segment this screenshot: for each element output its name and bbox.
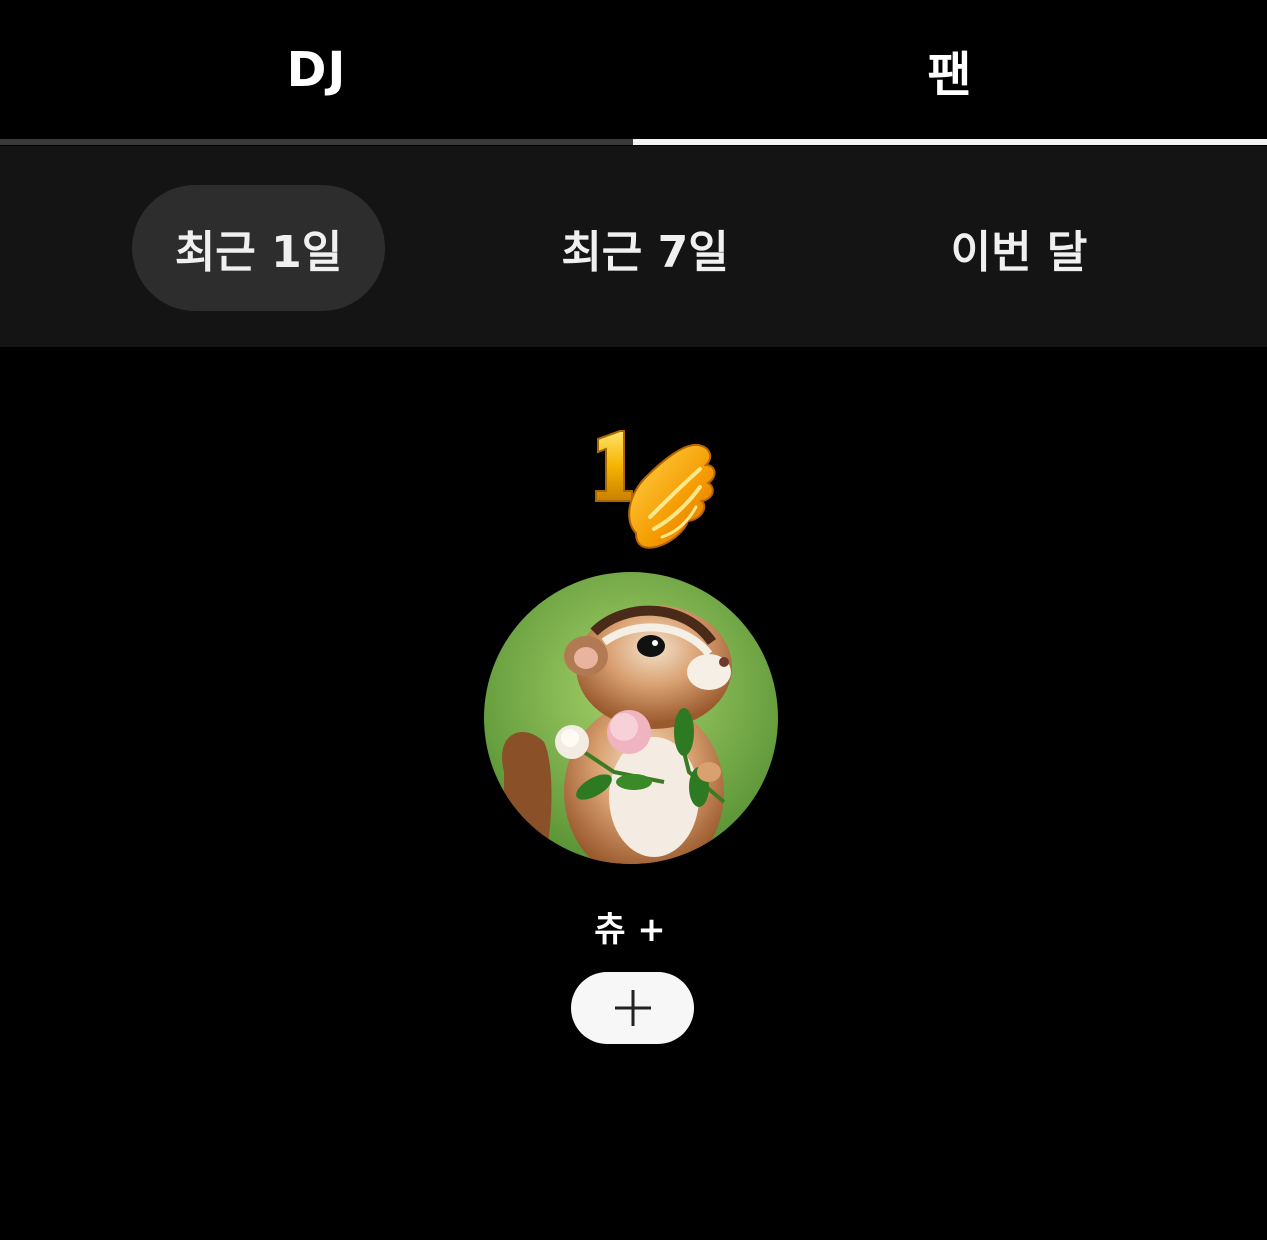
filter-this-month[interactable]: 이번 달	[895, 185, 1143, 311]
follow-button[interactable]	[571, 972, 694, 1044]
period-filter-bar: 최근 1일 최근 7일 이번 달	[0, 146, 1267, 347]
tab-fan[interactable]: 팬	[633, 0, 1267, 140]
rank-1-wing-badge-icon	[588, 425, 723, 555]
tab-fan-active-indicator	[633, 139, 1267, 145]
fan-nickname: 츄 +	[594, 910, 666, 950]
tab-dj[interactable]: DJ	[0, 0, 633, 140]
plus-icon	[614, 990, 651, 1026]
tab-dj-indicator	[0, 139, 633, 145]
chipmunk-avatar[interactable]	[484, 572, 778, 864]
filter-last-7-days[interactable]: 최근 7일	[520, 185, 770, 311]
top-tab-bar: DJ 팬	[0, 0, 1267, 146]
filter-last-1-day[interactable]: 최근 1일	[132, 185, 385, 311]
